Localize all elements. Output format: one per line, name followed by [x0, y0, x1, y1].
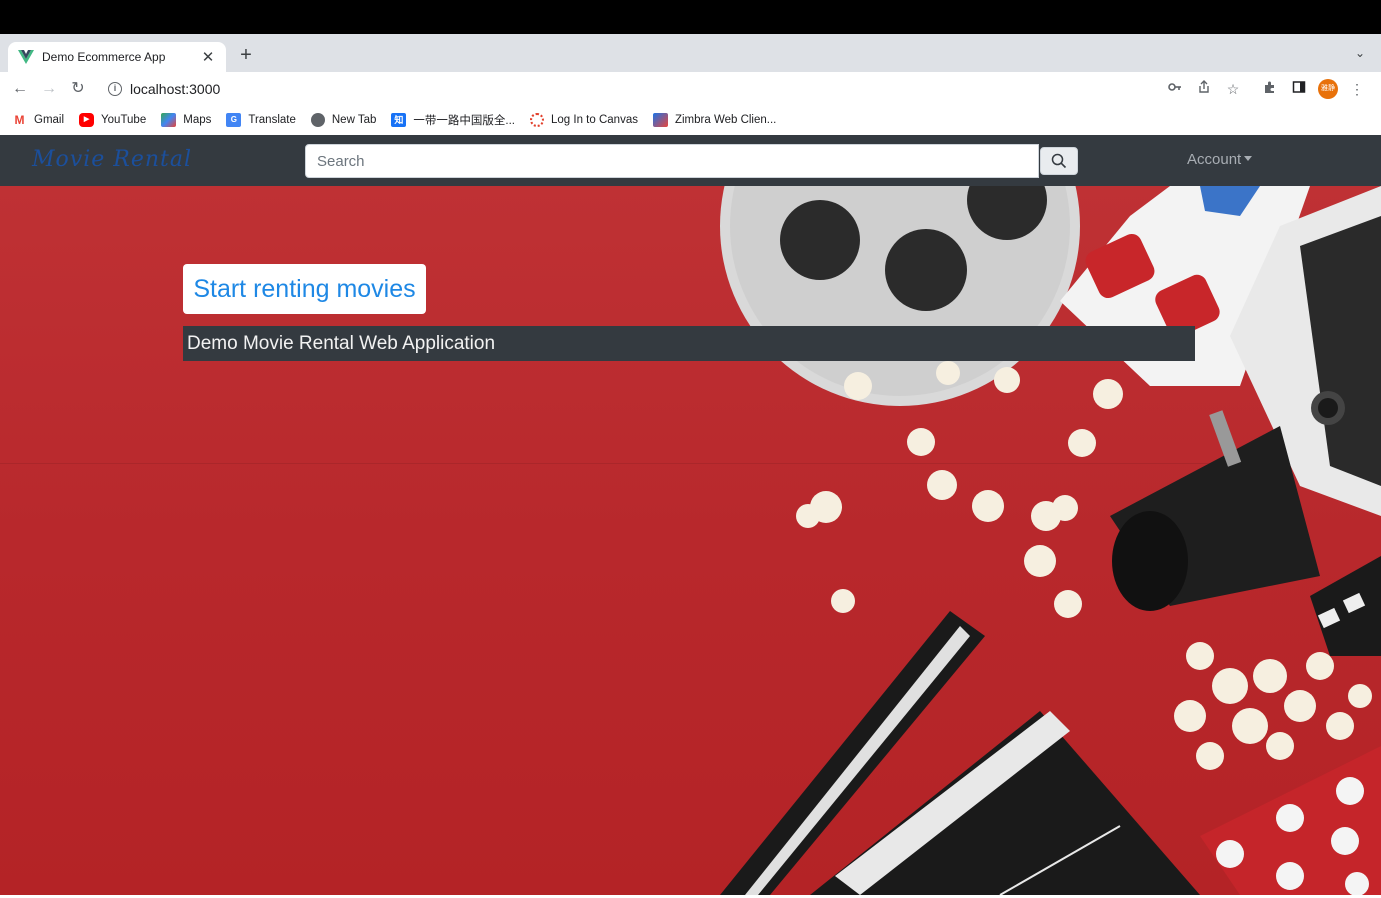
browser-menu-icon[interactable]: ⋮	[1346, 78, 1368, 100]
bookmark-gmail[interactable]: M Gmail	[12, 113, 64, 127]
reload-icon[interactable]: ↻	[67, 78, 89, 100]
bookmark-label: Zimbra Web Clien...	[674, 114, 777, 126]
os-menu-bar	[0, 0, 1381, 34]
youtube-icon: ▶	[79, 113, 95, 127]
canvas-icon	[530, 113, 545, 127]
bookmark-label: Maps	[183, 114, 212, 126]
film-reel-icon	[720, 186, 1080, 406]
start-renting-button[interactable]: Start renting movies	[183, 264, 426, 314]
hero-banner: Start renting movies Demo Movie Rental W…	[0, 186, 1381, 895]
bookmark-new-tab[interactable]: New Tab	[310, 113, 377, 127]
hero-subtitle: Demo Movie Rental Web Application	[183, 326, 1195, 361]
brand-logo[interactable]: Movie Rental	[32, 147, 192, 172]
bookmark-maps[interactable]: Maps	[161, 113, 211, 127]
extensions-icon[interactable]	[1259, 78, 1281, 100]
globe-icon	[310, 113, 325, 127]
bookmark-star-icon[interactable]: ☆	[1222, 78, 1244, 100]
browser-toolbar: ← → ↻ i localhost:3000 ☆ ⋮	[0, 72, 1381, 106]
tab-strip: Demo Ecommerce App ✕ + ⌄	[0, 34, 1381, 72]
film-strip-icon	[1310, 556, 1381, 656]
popcorn-box-icon	[1200, 746, 1381, 895]
search-input[interactable]	[305, 144, 1039, 178]
password-key-icon[interactable]	[1164, 78, 1186, 100]
bookmark-zhihu[interactable]: 知 一带一路中国版全...	[391, 112, 515, 128]
bookmark-canvas[interactable]: Log In to Canvas	[530, 113, 638, 127]
bookmark-youtube[interactable]: ▶ YouTube	[79, 113, 146, 127]
account-dropdown[interactable]: Account	[1187, 151, 1253, 168]
gmail-icon: M	[12, 113, 27, 127]
browser-tab[interactable]: Demo Ecommerce App ✕	[8, 42, 226, 72]
search-icon	[1051, 153, 1067, 169]
bookmark-zimbra[interactable]: Zimbra Web Clien...	[652, 113, 777, 127]
bookmark-label: Translate	[248, 114, 296, 126]
bookmark-label: 一带一路中国版全...	[413, 115, 516, 127]
new-tab-icon[interactable]: +	[236, 42, 256, 68]
bookmark-translate[interactable]: G Translate	[226, 113, 296, 127]
url-text: localhost:3000	[130, 81, 221, 97]
bookmarks-bar: M Gmail ▶ YouTube Maps G Translate New T…	[0, 106, 1381, 134]
search-button[interactable]	[1040, 147, 1078, 175]
share-icon[interactable]	[1193, 78, 1215, 100]
site-info-icon[interactable]: i	[108, 82, 122, 96]
site-navbar: Movie Rental Account	[0, 135, 1381, 186]
address-bar[interactable]: i localhost:3000	[100, 74, 1150, 104]
vue-logo-icon	[18, 50, 34, 64]
zhihu-icon: 知	[391, 113, 407, 127]
forward-icon[interactable]: →	[38, 78, 60, 100]
bookmark-label: Gmail	[34, 114, 65, 126]
tab-close-icon[interactable]: ✕	[200, 48, 216, 66]
profile-avatar[interactable]: 雅静	[1318, 79, 1338, 99]
translate-icon: G	[226, 113, 242, 127]
tab-title: Demo Ecommerce App	[42, 50, 166, 64]
zimbra-icon	[652, 113, 668, 127]
clapperboard-icon	[720, 611, 1200, 895]
back-icon[interactable]: ←	[9, 78, 31, 100]
bookmark-label: New Tab	[331, 114, 377, 126]
bookmark-label: Log In to Canvas	[551, 114, 638, 126]
caret-down-icon	[1244, 156, 1253, 161]
account-label: Account	[1187, 151, 1242, 168]
side-panel-icon[interactable]	[1288, 78, 1310, 100]
maps-icon	[161, 113, 177, 127]
bookmark-label: YouTube	[101, 114, 147, 126]
tab-search-chevron-icon[interactable]: ⌄	[1355, 46, 1365, 60]
